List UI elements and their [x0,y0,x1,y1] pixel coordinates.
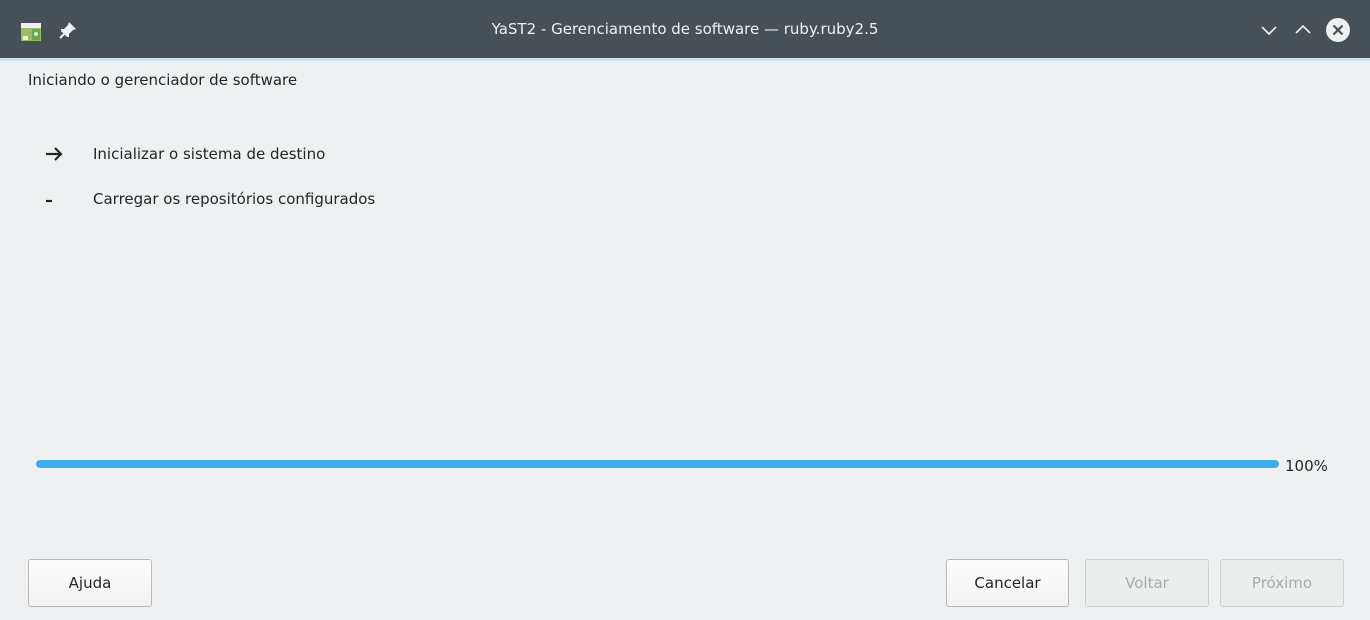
progress-bar-fill [36,460,1279,468]
chevron-up-icon[interactable] [1290,17,1316,43]
yast-window: YaST2 - Gerenciamento de software — ruby… [0,0,1370,620]
close-circle-icon[interactable] [1325,17,1351,43]
step-label: Carregar os repositórios configurados [93,190,376,208]
progress-bar [36,460,1279,468]
help-button[interactable]: Ajuda [28,559,152,607]
back-button[interactable]: Voltar [1085,559,1209,607]
page-heading: Iniciando o gerenciador de software [28,71,298,89]
window-title: YaST2 - Gerenciamento de software — ruby… [491,20,879,38]
next-button[interactable]: Próximo [1220,559,1344,607]
arrow-right-icon [46,147,63,161]
title-accent-line [0,58,1370,61]
dash-icon [46,199,52,203]
step-label: Inicializar o sistema de destino [93,145,326,163]
progress-percent: 100% [1285,457,1328,475]
title-bar: YaST2 - Gerenciamento de software — ruby… [0,0,1370,58]
cancel-button[interactable]: Cancelar [946,559,1069,607]
chevron-down-icon[interactable] [1256,17,1282,43]
